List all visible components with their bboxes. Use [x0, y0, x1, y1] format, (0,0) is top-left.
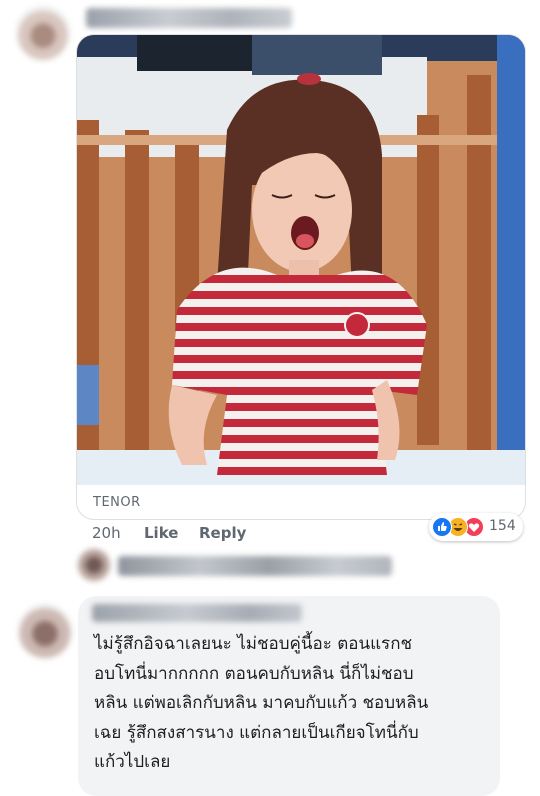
reply-preview[interactable]: [118, 556, 392, 576]
commenter-name[interactable]: [86, 8, 292, 28]
comment-line: ไม่รู้สึกอิจฉาเลยนะ ไม่ชอบคู่นี้อะ ตอนแร…: [94, 634, 413, 654]
comment-line: อบโทนี่มากกกกก ตอนคบกับหลิน นี่ก็ไม่ชอบ: [94, 663, 414, 684]
commenter-name[interactable]: [92, 604, 302, 622]
comment-line: เฉย รู้สึกสงสารนาง แต่กลายเป็นเกียจโทนี่…: [94, 722, 419, 743]
comment-text: ไม่รู้สึกอิจฉาเลยนะ ไม่ชอบคู่นี้อะ ตอนแร…: [94, 630, 494, 778]
reply-button[interactable]: Reply: [199, 524, 246, 542]
gif-attachment[interactable]: TENOR: [76, 34, 526, 520]
commenter-avatar[interactable]: [16, 6, 70, 60]
reaction-count: 154: [489, 518, 516, 534]
gif-provider-label: TENOR: [93, 495, 141, 510]
comment-line: แก้วไปเลย: [94, 752, 171, 772]
reactions-summary[interactable]: 154: [429, 513, 523, 541]
comment-line: หลิน แต่พอเลิกกับหลิน มาคบกับแก้ว ชอบหลิ…: [94, 693, 429, 713]
commenter-avatar[interactable]: [18, 604, 72, 658]
reply-avatar[interactable]: [78, 549, 110, 581]
like-icon: [432, 517, 452, 537]
gif-image[interactable]: [77, 35, 525, 485]
comment-timestamp[interactable]: 20h: [92, 524, 121, 542]
like-button[interactable]: Like: [144, 524, 178, 542]
